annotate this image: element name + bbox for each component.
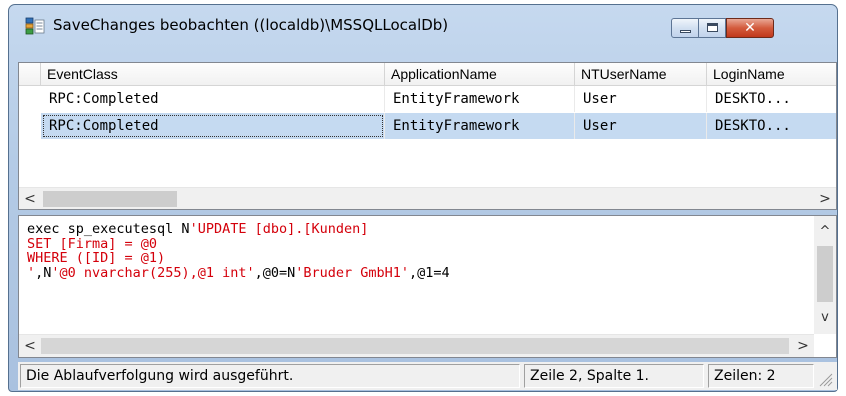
scroll-down-icon[interactable]: v [814,308,836,328]
sql-token: '@0 nvarchar(255),@1 int' [51,264,255,281]
column-header-eventclass[interactable]: EventClass [41,63,385,85]
scroll-up-icon[interactable]: ^ [814,222,836,242]
scroll-right-icon[interactable]: > [814,188,836,209]
maximize-button[interactable] [698,18,726,38]
sql-token: ,@0=N [254,264,296,281]
status-position: Zeile 2, Spalte 1. [524,364,704,388]
trace-window: SaveChanges beobachten ((localdb)\MSSQLL… [8,4,838,392]
minimize-button[interactable] [671,18,699,38]
cell-applicationname: EntityFramework [385,86,575,112]
close-button[interactable]: ✕ [726,18,774,38]
minimize-icon [680,30,691,33]
cell-ntusername: User [575,113,707,139]
status-bar: Die Ablaufverfolgung wird ausgeführt. Ze… [18,362,837,390]
cell-ntusername: User [575,86,707,112]
scroll-left-icon[interactable]: < [19,335,41,357]
maximize-icon [707,23,718,32]
title-bar[interactable]: SaveChanges beobachten ((localdb)\MSSQLL… [9,5,837,45]
trace-app-icon [25,17,45,35]
table-row[interactable]: RPC:Completed EntityFramework User DESKT… [19,86,836,112]
column-header-ntusername[interactable]: NTUserName [575,63,707,85]
sql-line: SET [Firma] = @0 [27,236,450,252]
scroll-thumb[interactable] [43,191,177,207]
sql-token: ,@1=4 [409,264,450,281]
cell-loginname: DESKTO... [715,118,791,134]
cell-eventclass: RPC:Completed [41,86,385,112]
grid-header: EventClass ApplicationName NTUserName Lo… [19,63,836,86]
event-grid: EventClass ApplicationName NTUserName Lo… [18,62,837,210]
column-header-applicationname[interactable]: ApplicationName [385,63,575,85]
column-header-loginname[interactable]: LoginName [707,63,836,85]
scroll-left-icon[interactable]: < [19,188,41,209]
cell-loginname: DESKTO... [715,91,791,107]
sql-token: 'Bruder GmbH1' [295,264,410,281]
close-icon: ✕ [744,20,756,36]
sql-line: exec sp_executesql N'UPDATE [dbo].[Kunde… [27,222,450,237]
sql-horizontal-scrollbar[interactable]: < > [19,334,814,357]
window-title: SaveChanges beobachten ((localdb)\MSSQLL… [53,16,449,34]
sql-line: ',N'@0 nvarchar(255),@1 int',@0=N'Bruder… [27,264,450,281]
sql-token: 'UPDATE [dbo].[Kunden] [189,221,369,237]
table-row[interactable]: RPC:Completed EntityFramework User DESKT… [19,113,836,139]
sql-statement[interactable]: exec sp_executesql N'UPDATE [dbo].[Kunde… [27,222,450,280]
sql-text-pane[interactable]: exec sp_executesql N'UPDATE [dbo].[Kunde… [18,215,837,358]
sql-token: ' [27,264,36,281]
sql-vertical-scrollbar[interactable]: ^ v [814,216,836,334]
cell-eventclass: RPC:Completed [41,113,385,139]
cell-applicationname: EntityFramework [385,113,575,139]
resize-grip-icon[interactable] [817,371,833,387]
sql-line: WHERE ([ID] = @1) [27,251,450,266]
row-selector-header [19,63,41,85]
status-message: Die Ablaufverfolgung wird ausgeführt. [20,364,520,388]
grid-horizontal-scrollbar[interactable]: < > [19,187,836,209]
scroll-right-icon[interactable]: > [792,335,814,357]
status-row-count: Zeilen: 2 [708,364,814,388]
scroll-thumb[interactable] [817,246,833,302]
sql-token: ,N [35,264,52,281]
scroll-thumb[interactable] [41,338,789,354]
